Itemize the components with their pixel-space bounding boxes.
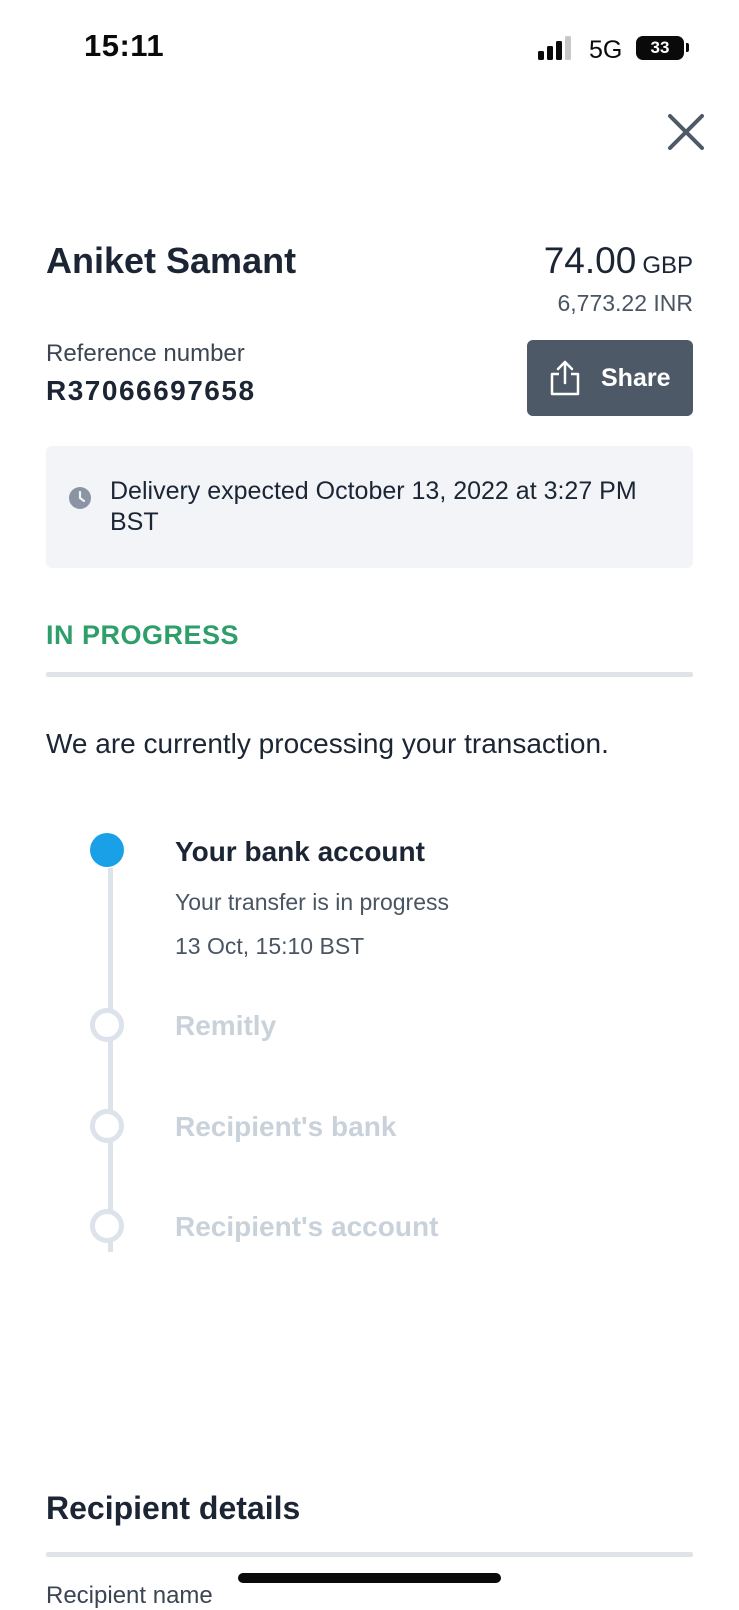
- timeline-step-timestamp: 13 Oct, 15:10 BST: [175, 933, 365, 959]
- reference-label: Reference number: [46, 340, 245, 367]
- timeline-step-subtitle: Your transfer is in progress: [175, 889, 450, 915]
- details-divider: [46, 1552, 693, 1557]
- timeline-step-title: Recipient's bank: [175, 1111, 397, 1142]
- battery-icon: 33: [636, 36, 684, 60]
- amount-value: 74.00: [543, 240, 637, 281]
- battery-tip: [686, 43, 689, 52]
- reference-number: R37066697658: [46, 375, 256, 406]
- timeline-dot-pending: [90, 1008, 124, 1042]
- share-button[interactable]: Share: [527, 340, 693, 416]
- amount-currency: GBP: [642, 252, 693, 279]
- close-button[interactable]: [664, 110, 708, 154]
- recipient-name: Aniket Samant: [46, 240, 297, 281]
- delivery-expected-text: Delivery expected October 13, 2022 at 3:…: [110, 477, 637, 536]
- amount: 74.00 GBP: [544, 240, 693, 282]
- recipient-details-heading: Recipient details: [46, 1490, 301, 1526]
- timeline-dot-pending: [90, 1209, 124, 1243]
- timeline-step-title: Your bank account: [175, 836, 425, 867]
- timeline-connector: [108, 868, 113, 1252]
- home-indicator[interactable]: [238, 1573, 501, 1583]
- status-divider: [46, 672, 693, 677]
- cellular-signal-icon: [538, 36, 572, 60]
- clock-icon: [69, 487, 91, 509]
- converted-amount: 6,773.22 INR: [557, 290, 693, 316]
- close-icon: [668, 114, 704, 150]
- recipient-name-label: Recipient name: [46, 1582, 213, 1609]
- status-bar-time: 15:11: [84, 28, 165, 63]
- timeline-step-title: Remitly: [175, 1010, 277, 1041]
- delivery-info-box: Delivery expected October 13, 2022 at 3:…: [46, 446, 693, 568]
- timeline-dot-pending: [90, 1109, 124, 1143]
- status-message: We are currently processing your transac…: [46, 728, 609, 759]
- timeline-dot-active: [90, 833, 124, 867]
- timeline-step-title: Recipient's account: [175, 1211, 439, 1242]
- share-label: Share: [601, 363, 671, 392]
- status-label: IN PROGRESS: [46, 620, 240, 650]
- share-icon: [550, 360, 580, 396]
- network-type: 5G: [589, 36, 623, 64]
